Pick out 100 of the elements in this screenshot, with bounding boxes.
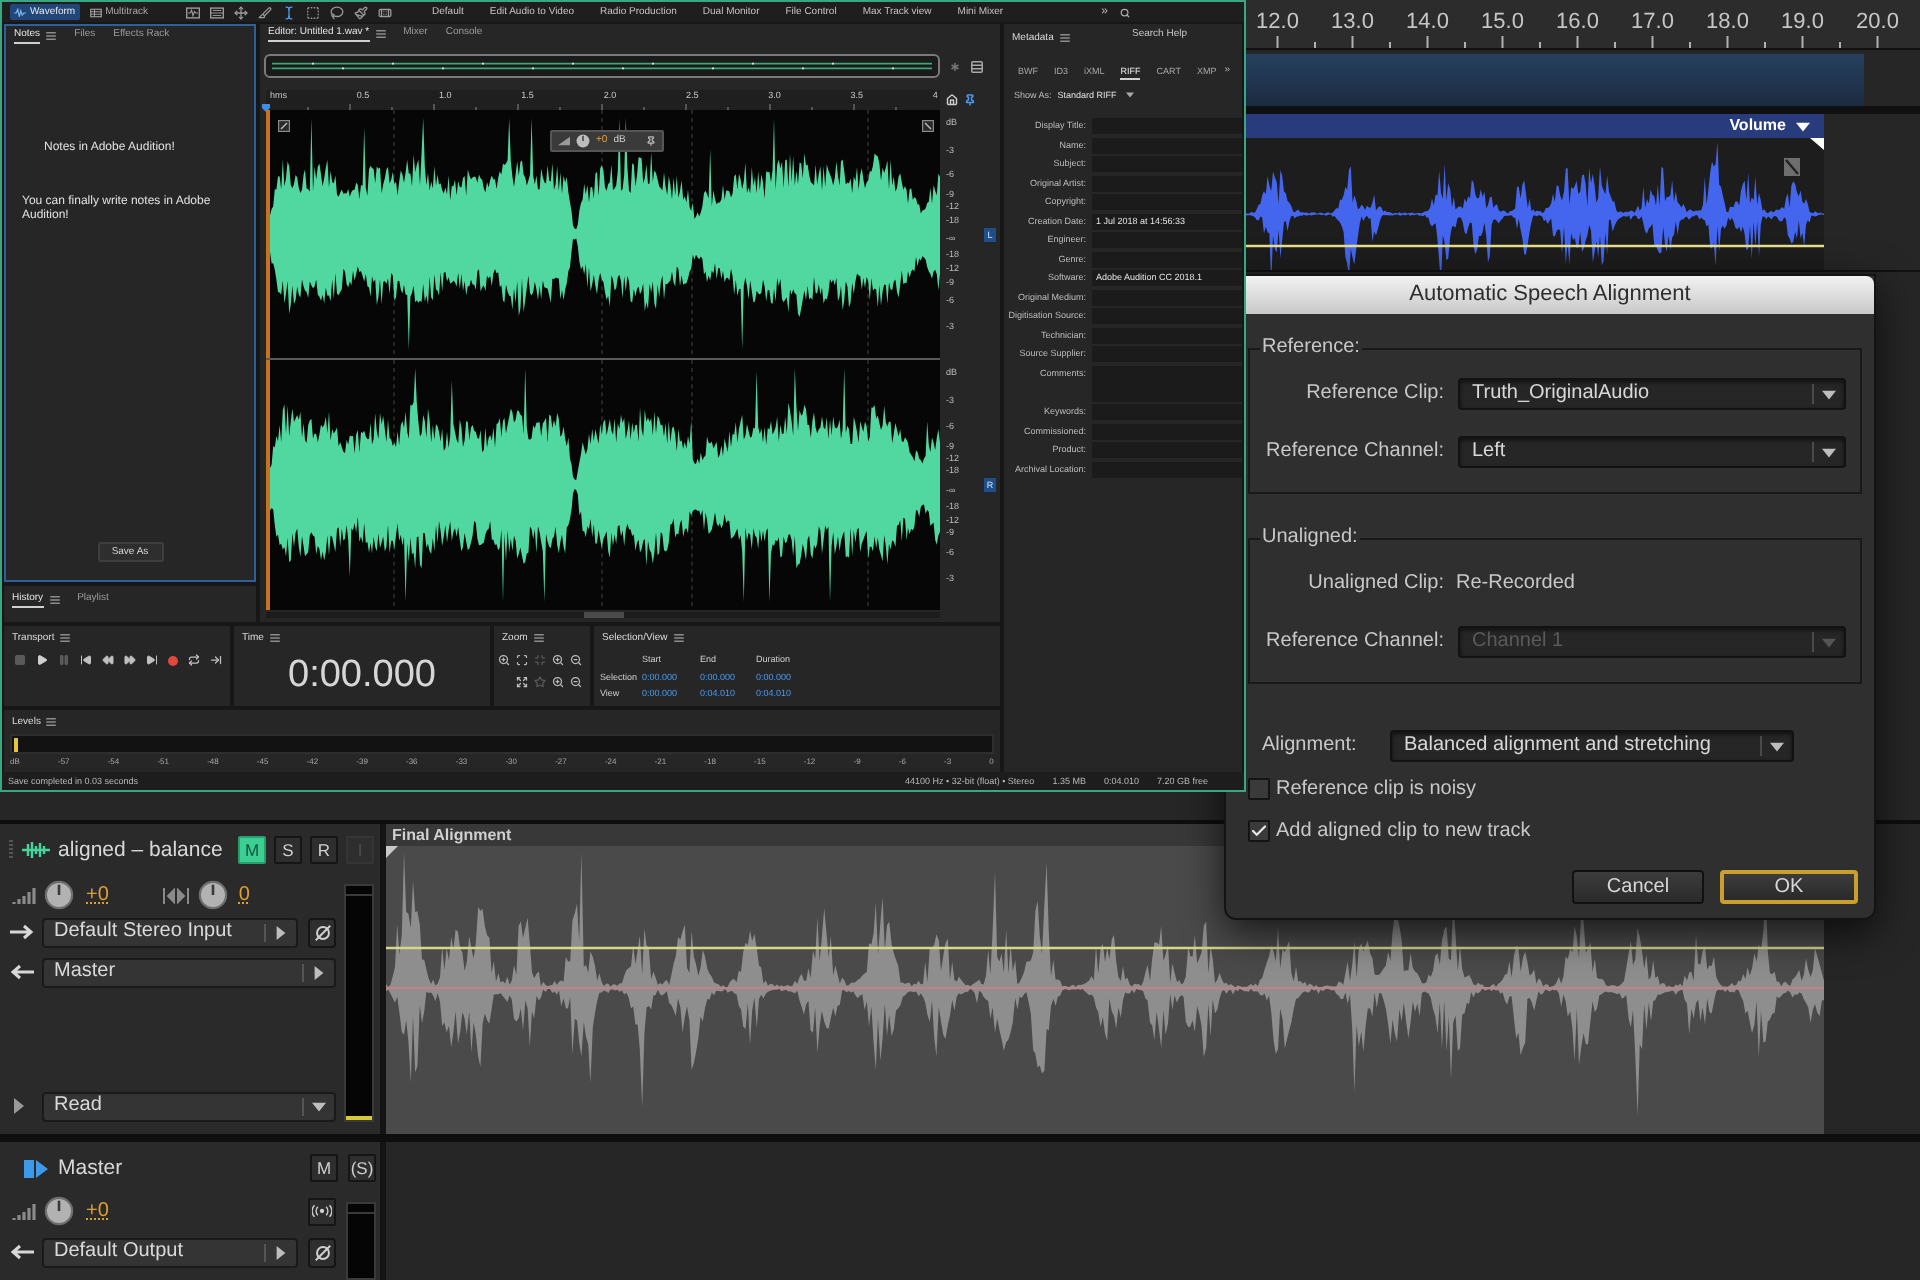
metadata-field[interactable]	[1092, 327, 1242, 343]
track-dropdown[interactable]: Default Output	[42, 1237, 298, 1267]
track-toggle[interactable]: (S)	[348, 1154, 376, 1182]
metadata-field[interactable]	[1092, 251, 1242, 267]
corner-toggle-icon[interactable]	[278, 120, 290, 132]
corner-toggle-icon[interactable]	[922, 120, 934, 132]
volume-envelope-line[interactable]	[1246, 244, 1824, 248]
loop-icon[interactable]	[188, 654, 200, 666]
scrollbar-thumb[interactable]	[583, 612, 623, 618]
bandage-icon[interactable]	[378, 5, 393, 19]
track-name[interactable]: Master	[58, 1155, 123, 1181]
waveform-view-icon[interactable]	[186, 5, 201, 19]
metadata-field[interactable]	[1092, 156, 1242, 172]
brush-icon[interactable]	[354, 5, 369, 19]
metadata-field[interactable]	[1092, 194, 1242, 210]
pin-icon[interactable]	[646, 136, 656, 146]
corner-handle-icon[interactable]	[1810, 138, 1824, 150]
timeline-ruler[interactable]: 12.0 13.0 14.0 15.0 16.0 17.0 18.0 19.0 20.0	[1240, 0, 1920, 50]
phase-button[interactable]	[308, 917, 336, 947]
record-icon[interactable]	[168, 655, 178, 665]
scan-icon[interactable]	[516, 653, 528, 665]
checkbox-label[interactable]: Reference clip is noisy	[1276, 777, 1477, 801]
asterisk-icon[interactable]	[948, 59, 962, 73]
track-dropdown[interactable]: Default Stereo Input	[42, 917, 298, 947]
metadata-field[interactable]	[1092, 365, 1242, 401]
metadata-field[interactable]	[1092, 404, 1242, 420]
knife-icon[interactable]	[258, 5, 273, 19]
dropdown[interactable]: Left	[1458, 436, 1846, 468]
menu-icon[interactable]	[46, 718, 57, 726]
fast-forward-icon[interactable]	[124, 654, 136, 666]
i-beam-icon[interactable]	[282, 5, 297, 19]
dropdown[interactable]: Truth_OriginalAudio	[1458, 378, 1846, 410]
track-toggle[interactable]: S	[274, 836, 302, 864]
track-toggle[interactable]: R	[310, 836, 338, 864]
metadata-field[interactable]	[1092, 137, 1242, 153]
menu-icon[interactable]	[533, 634, 544, 642]
metadata-field[interactable]	[1092, 442, 1242, 458]
track-dropdown[interactable]: Read	[42, 1091, 336, 1121]
play-icon[interactable]	[36, 654, 48, 666]
playhead-icon[interactable]	[260, 104, 272, 112]
monitor-button[interactable]	[308, 1197, 336, 1225]
volume-knob[interactable]	[44, 880, 74, 910]
fade-handle-icon[interactable]	[1784, 158, 1800, 176]
skip-back-icon[interactable]	[80, 654, 92, 666]
track-dropdown[interactable]: Master	[42, 957, 336, 987]
menu-icon[interactable]	[269, 634, 280, 642]
star-icon[interactable]	[534, 675, 546, 687]
phase-button[interactable]	[308, 1237, 336, 1267]
volume-value[interactable]: +0	[86, 1199, 109, 1223]
zoom-in-icon[interactable]	[552, 675, 564, 687]
pan-knob[interactable]	[198, 880, 229, 910]
metadata-field[interactable]	[1092, 118, 1242, 134]
audio-clip[interactable]: Volume	[1246, 114, 1824, 270]
track-toggle[interactable]: M	[310, 1154, 338, 1182]
volume-knob[interactable]	[576, 134, 590, 148]
checkbox[interactable]	[1248, 778, 1270, 800]
metadata-field[interactable]	[1092, 232, 1242, 248]
skip-forward-icon[interactable]	[146, 654, 158, 666]
menu-icon[interactable]	[375, 30, 386, 38]
lasso-icon[interactable]	[330, 5, 345, 19]
zoom-in-icon[interactable]	[498, 653, 510, 665]
rewind-icon[interactable]	[102, 654, 114, 666]
volume-knob[interactable]	[44, 1196, 74, 1226]
split-view-icon[interactable]	[210, 5, 225, 19]
checkbox[interactable]	[1248, 820, 1270, 842]
metadata-field[interactable]	[1092, 175, 1242, 191]
track-name[interactable]: aligned – balance	[58, 837, 223, 863]
menu-icon[interactable]	[49, 596, 60, 604]
menu-icon[interactable]	[46, 32, 57, 40]
grip-icon[interactable]	[8, 840, 14, 860]
volume-value[interactable]: +0	[86, 883, 109, 907]
zoom-in-icon[interactable]	[552, 653, 564, 665]
zoom-out-icon[interactable]	[570, 653, 582, 665]
checkbox-label[interactable]: Add aligned clip to new track	[1276, 819, 1531, 843]
volume-envelope-line[interactable]	[386, 946, 1824, 950]
menu-icon[interactable]	[1059, 34, 1070, 42]
field-label: Reference Channel:	[1264, 440, 1444, 464]
move-icon[interactable]	[234, 5, 249, 19]
menu-icon[interactable]	[673, 634, 684, 642]
metadata-field[interactable]	[1092, 346, 1242, 362]
zoom-out-icon[interactable]	[570, 675, 582, 687]
arrow-to-line-icon[interactable]	[210, 654, 222, 666]
dashed-square-icon[interactable]	[306, 5, 321, 19]
home-icon[interactable]	[946, 94, 958, 106]
scrollbar[interactable]	[266, 612, 940, 618]
metadata-field[interactable]	[1092, 308, 1242, 324]
expand-icon[interactable]	[516, 675, 528, 687]
pan-value[interactable]: 0	[238, 883, 250, 907]
list-icon[interactable]	[970, 59, 984, 73]
overview-bar[interactable]	[264, 54, 940, 78]
metadata-field[interactable]	[1092, 461, 1242, 477]
metadata-field[interactable]	[1092, 289, 1242, 305]
metadata-field[interactable]	[1092, 423, 1242, 439]
dialog-button[interactable]: Cancel	[1572, 870, 1704, 904]
volume-dropdown[interactable]: Volume	[1729, 116, 1810, 136]
pin-icon[interactable]	[964, 94, 976, 106]
track-toggle[interactable]: M	[238, 836, 266, 864]
dialog-button[interactable]: OK	[1720, 870, 1858, 904]
dropdown[interactable]: Balanced alignment and stretching	[1390, 730, 1794, 762]
menu-icon[interactable]	[60, 634, 71, 642]
